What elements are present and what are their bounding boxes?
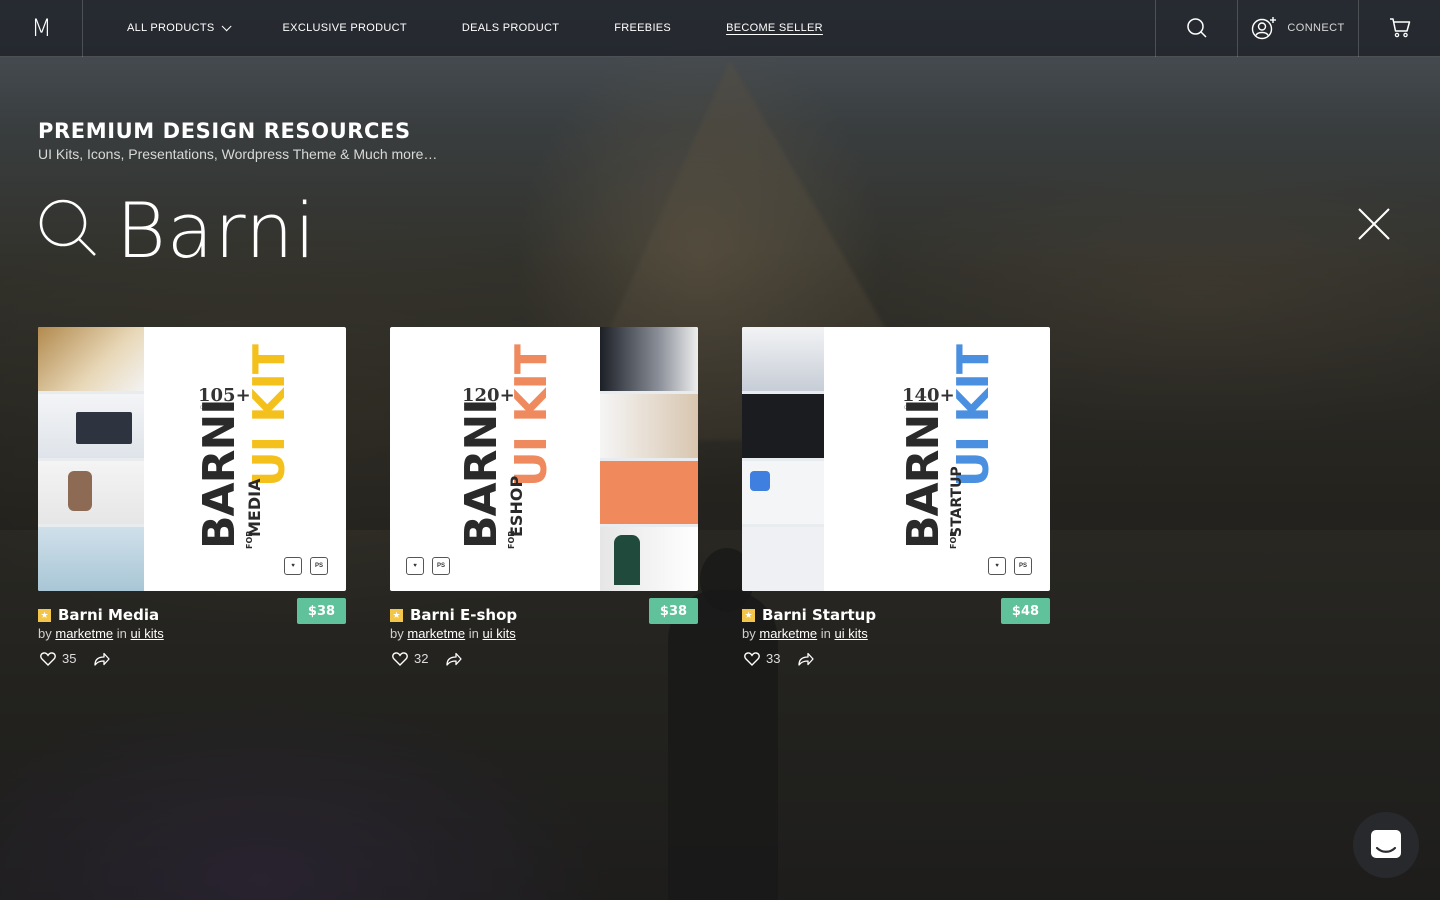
heart-icon: ♥	[406, 557, 424, 575]
search-results: 105+ components BARNI UI KIT MEDIA FOR ♥…	[38, 327, 1050, 671]
product-stats: 32	[392, 651, 463, 666]
thumbnail-for: FOR	[507, 530, 516, 549]
user-add-icon	[1252, 17, 1277, 40]
photoshop-icon: PS	[310, 557, 328, 575]
heart-icon: ♥	[988, 557, 1006, 575]
likes-count: 33	[766, 651, 781, 666]
product-stats: 33	[744, 651, 815, 666]
nav-actions: CONNECT	[1155, 0, 1440, 57]
chat-icon	[1371, 830, 1401, 858]
thumbnail-screenshots	[742, 327, 824, 591]
chat-widget-button[interactable]	[1353, 812, 1419, 878]
product-thumbnail[interactable]: 140+ components BARNI UI KIT STARTUP FOR…	[742, 327, 1050, 591]
product-thumbnail[interactable]: 120+ components BARNI UI KIT ESHOP FOR ♥…	[390, 327, 698, 591]
menu-all-products-label: ALL PRODUCTS	[127, 22, 215, 34]
search-icon	[39, 199, 96, 256]
product-card[interactable]: 105+ components BARNI UI KIT MEDIA FOR ♥…	[38, 327, 346, 671]
author-link[interactable]: marketme	[55, 626, 113, 641]
thumbnail-brand: BARNI	[194, 399, 245, 549]
thumbnail-label: 105+ components BARNI UI KIT MEDIA FOR ♥…	[144, 327, 346, 591]
category-link[interactable]: ui kits	[131, 626, 164, 641]
star-icon: ★	[742, 608, 755, 622]
product-thumbnail[interactable]: 105+ components BARNI UI KIT MEDIA FOR ♥…	[38, 327, 346, 591]
thumbnail-brand: BARNI	[456, 399, 507, 549]
heart-icon: ♥	[284, 557, 302, 575]
thumbnail-label: 120+ components BARNI UI KIT ESHOP FOR ♥…	[390, 327, 600, 591]
byline-in: in	[468, 626, 479, 641]
cart-button[interactable]	[1358, 0, 1440, 57]
thumbnail-label: 140+ components BARNI UI KIT STARTUP FOR…	[824, 327, 1050, 591]
chevron-down-icon	[221, 20, 232, 31]
byline-by: by	[390, 626, 404, 641]
menu-freebies[interactable]: FREEBIES	[614, 22, 671, 34]
search-input[interactable]	[116, 190, 1266, 270]
product-name[interactable]: Barni Media	[58, 606, 159, 624]
category-link[interactable]: ui kits	[483, 626, 516, 641]
menu-freebies-label: FREEBIES	[614, 22, 672, 34]
thumbnail-type: ESHOP	[507, 475, 526, 537]
price-badge[interactable]: $48	[1001, 598, 1050, 624]
page-title: PREMIUM DESIGN RESOURCES	[38, 119, 411, 143]
photoshop-icon: PS	[1014, 557, 1032, 575]
category-link[interactable]: ui kits	[835, 626, 868, 641]
thumbnail-for: FOR	[245, 530, 254, 549]
price-badge[interactable]: $38	[649, 598, 698, 624]
likes-count: 35	[62, 651, 77, 666]
share-icon[interactable]	[798, 652, 815, 666]
thumbnail-screenshots	[38, 327, 144, 591]
thumbnail-type: MEDIA	[245, 478, 264, 537]
product-byline: by marketme in ui kits	[390, 626, 516, 641]
page-subtitle: UI Kits, Icons, Presentations, Wordpress…	[38, 146, 438, 162]
cart-icon	[1389, 18, 1410, 38]
byline-in: in	[116, 626, 127, 641]
byline-by: by	[742, 626, 756, 641]
menu-deals-product[interactable]: DEALS PRODUCT	[462, 22, 559, 34]
product-byline: by marketme in ui kits	[742, 626, 868, 641]
thumbnail-screenshots	[600, 327, 698, 591]
price-badge[interactable]: $38	[297, 598, 346, 624]
likes-count: 32	[414, 651, 429, 666]
product-stats: 35	[40, 651, 111, 666]
heart-icon[interactable]	[744, 651, 760, 666]
photoshop-icon: PS	[432, 557, 450, 575]
connect-label: CONNECT	[1287, 22, 1345, 34]
share-icon[interactable]	[94, 652, 111, 666]
star-icon: ★	[390, 608, 403, 622]
thumbnail-brand: BARNI	[898, 399, 949, 549]
logo[interactable]: M	[0, 0, 83, 57]
product-meta: $38 ★ Barni E-shop by marketme in ui kit…	[390, 591, 698, 671]
product-name[interactable]: Barni Startup	[762, 606, 876, 624]
close-icon[interactable]	[1356, 206, 1392, 242]
share-icon[interactable]	[446, 652, 463, 666]
product-byline: by marketme in ui kits	[38, 626, 164, 641]
menu-become-seller[interactable]: BECOME SELLER	[726, 22, 823, 34]
top-navbar: M ALL PRODUCTS EXCLUSIVE PRODUCT DEALS P…	[0, 0, 1440, 57]
menu-exclusive-product[interactable]: EXCLUSIVE PRODUCT	[283, 22, 407, 34]
product-name[interactable]: Barni E-shop	[410, 606, 517, 624]
nav-search-button[interactable]	[1155, 0, 1237, 57]
search-bar	[38, 190, 1402, 270]
menu-all-products[interactable]: ALL PRODUCTS	[127, 20, 232, 34]
main-menu: ALL PRODUCTS EXCLUSIVE PRODUCT DEALS PRO…	[83, 0, 878, 57]
byline-in: in	[820, 626, 831, 641]
product-meta: $38 ★ Barni Media by marketme in ui kits…	[38, 591, 346, 671]
menu-become-seller-label: BECOME SELLER	[726, 22, 823, 34]
product-card[interactable]: 120+ components BARNI UI KIT ESHOP FOR ♥…	[390, 327, 698, 671]
product-card[interactable]: 140+ components BARNI UI KIT STARTUP FOR…	[742, 327, 1050, 671]
author-link[interactable]: marketme	[407, 626, 465, 641]
menu-deals-product-label: DEALS PRODUCT	[461, 22, 560, 34]
menu-exclusive-product-label: EXCLUSIVE PRODUCT	[282, 22, 407, 34]
thumbnail-kit: UI KIT	[506, 345, 557, 487]
thumbnail-kit: UI KIT	[244, 345, 295, 487]
product-meta: $48 ★ Barni Startup by marketme in ui ki…	[742, 591, 1050, 671]
thumbnail-for: FOR	[949, 530, 958, 549]
author-link[interactable]: marketme	[759, 626, 817, 641]
thumbnail-type: STARTUP	[949, 466, 965, 537]
byline-by: by	[38, 626, 52, 641]
connect-button[interactable]: CONNECT	[1237, 0, 1358, 57]
heart-icon[interactable]	[40, 651, 56, 666]
star-icon: ★	[38, 608, 51, 622]
search-icon	[1186, 18, 1207, 38]
heart-icon[interactable]	[392, 651, 408, 666]
